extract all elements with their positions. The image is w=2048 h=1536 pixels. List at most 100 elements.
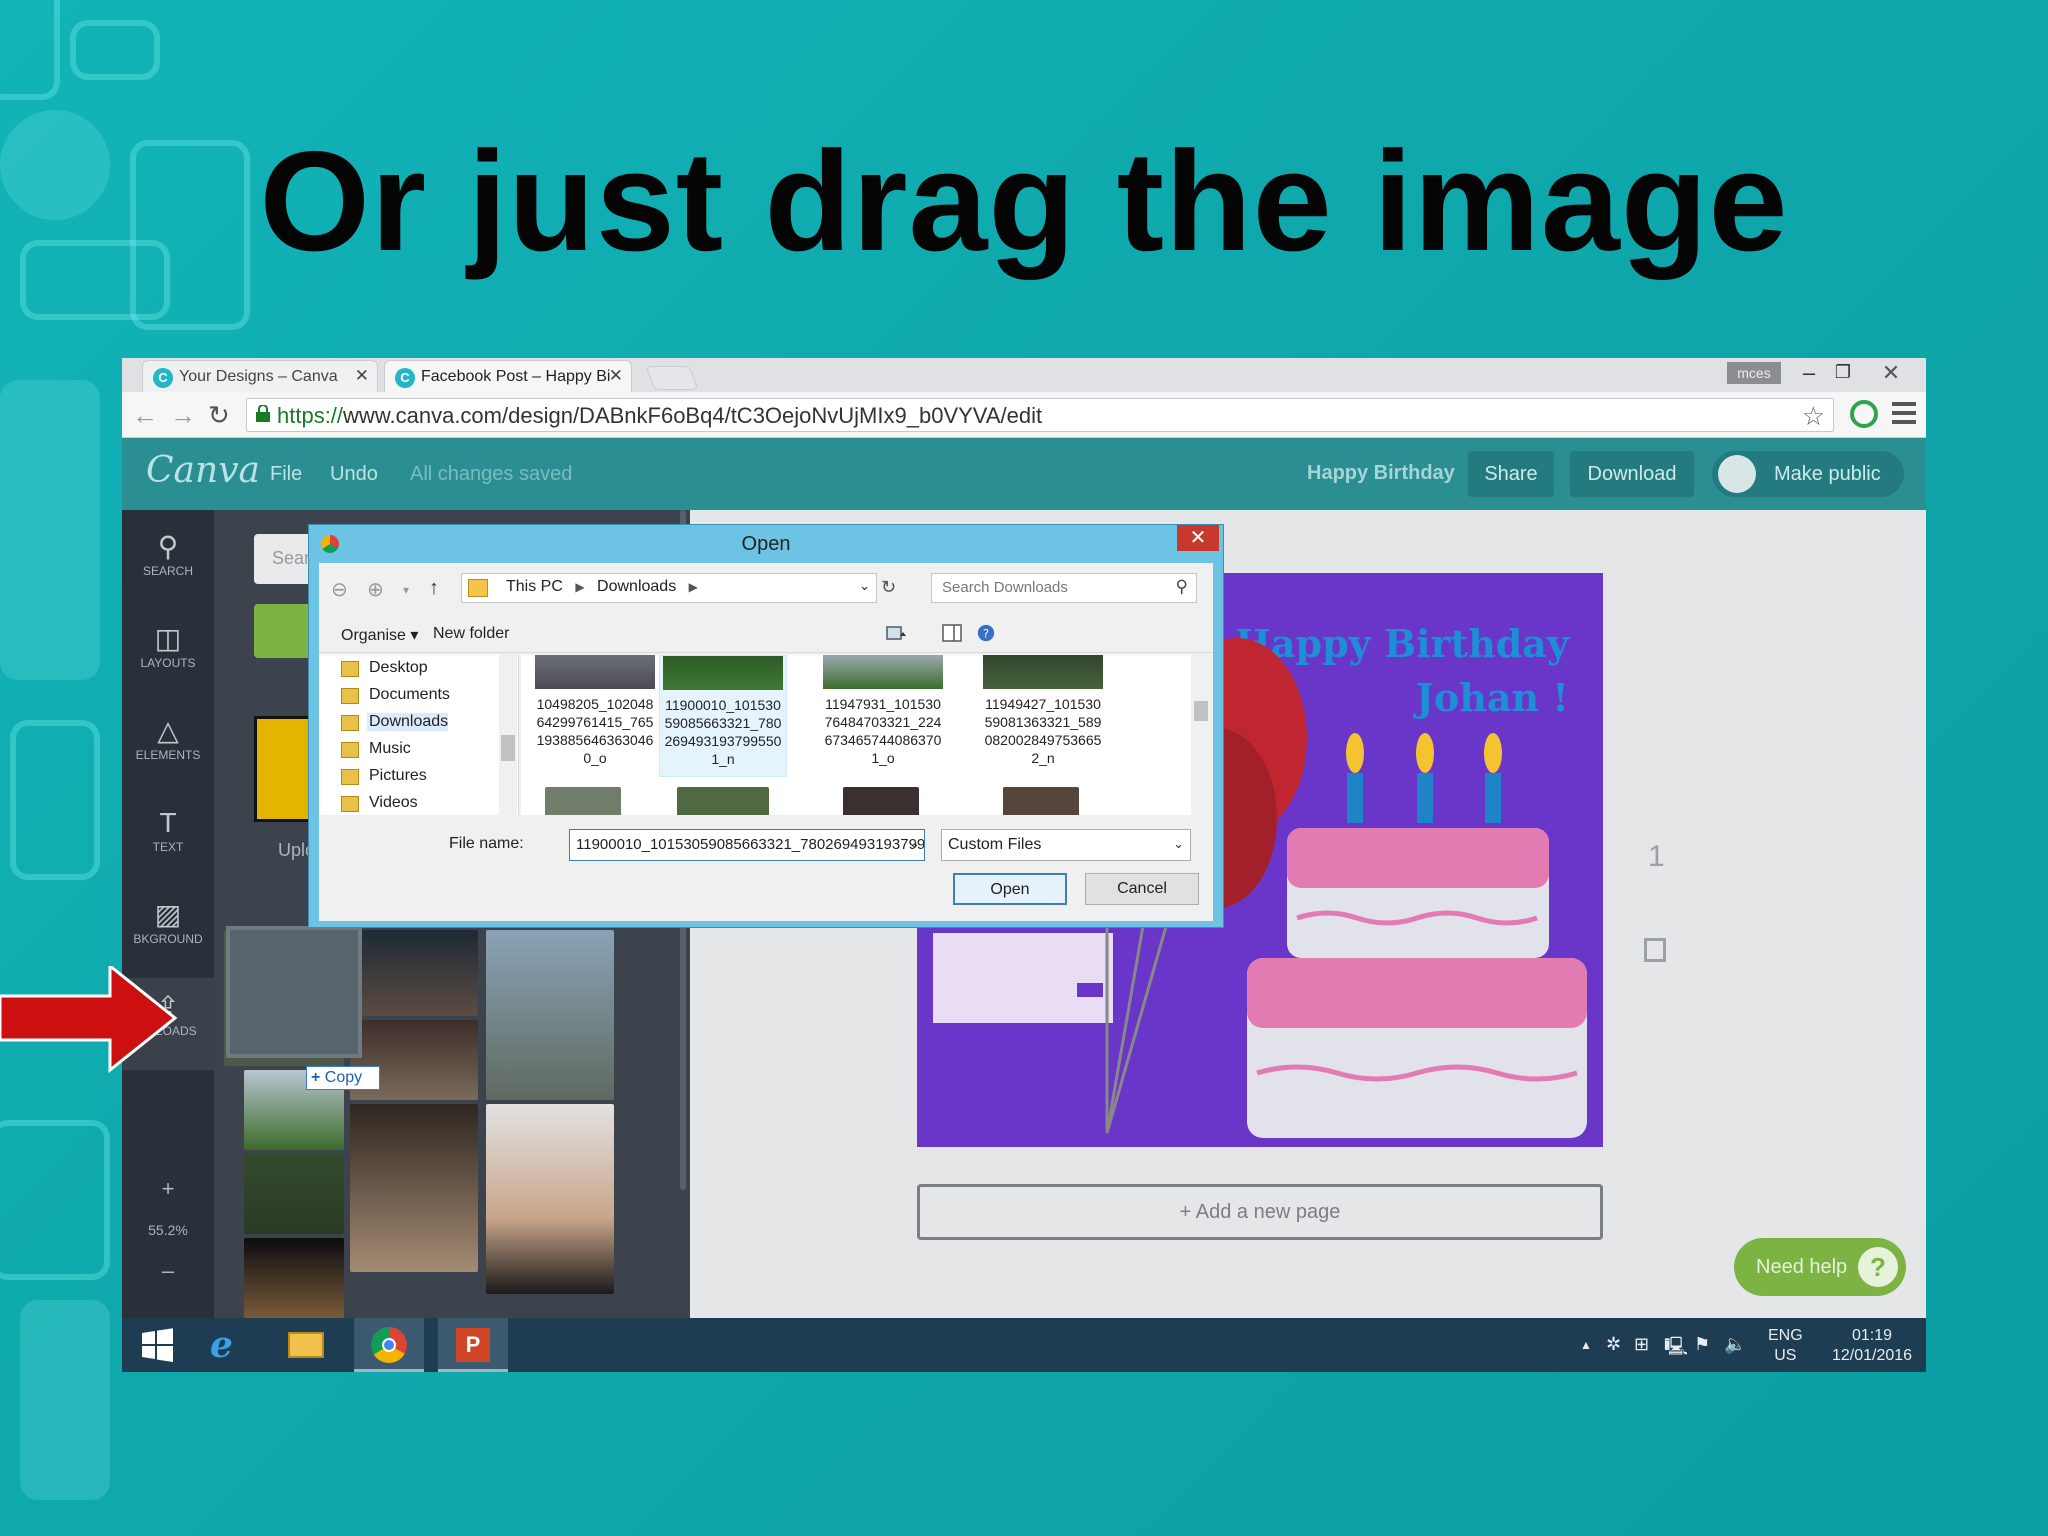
upload-thumbnail[interactable] [350, 1104, 478, 1272]
volume-icon[interactable]: 🔈 [1724, 1334, 1746, 1355]
network-sync-icon[interactable]: ✲ [1606, 1334, 1621, 1355]
file-thumbnail[interactable] [677, 787, 769, 815]
window-close-icon[interactable]: ✕ [1874, 360, 1908, 386]
save-status: All changes saved [410, 463, 573, 485]
need-help-label: Need help [1756, 1256, 1848, 1278]
up-folder-icon[interactable]: ↑ [429, 577, 439, 600]
action-center-flag-icon[interactable]: ⚑ [1694, 1334, 1710, 1355]
nav-item-videos[interactable]: Videos [341, 794, 418, 812]
nav-item-documents[interactable]: Documents [341, 686, 450, 704]
nav-item-desktop[interactable]: Desktop [341, 659, 428, 677]
upload-folder-icon[interactable] [254, 716, 316, 822]
file-name-line: 1_n [711, 751, 735, 767]
bookmark-star-icon[interactable]: ☆ [1802, 401, 1825, 432]
sidebar-item-text[interactable]: T TEXT [122, 806, 214, 876]
system-clock[interactable]: 01:19 12/01/2016 [1822, 1326, 1922, 1366]
back-icon[interactable]: ← [132, 400, 158, 431]
preview-pane-icon[interactable] [941, 623, 963, 643]
duplicate-page-icon[interactable] [1644, 938, 1666, 962]
chevron-down-icon[interactable]: ⌄ [909, 836, 920, 852]
file-name-line: 11949427_101530 [985, 696, 1101, 712]
breadcrumb-item[interactable]: This PC [506, 578, 563, 595]
upload-thumbnail[interactable] [486, 930, 614, 1100]
browser-menu-icon[interactable] [1892, 402, 1916, 429]
canva-logo[interactable]: Canva [146, 450, 260, 491]
undo-button[interactable]: Undo [330, 463, 378, 486]
copy-label: Copy [324, 1069, 363, 1086]
input-language[interactable]: ENG US [1768, 1326, 1803, 1366]
extension-icon[interactable] [1850, 400, 1878, 428]
chrome-icon[interactable] [354, 1318, 424, 1372]
dragged-image-preview[interactable] [226, 926, 362, 1058]
close-tab-icon[interactable]: ✕ [609, 366, 623, 386]
sidebar-item-elements[interactable]: △ ELEMENTS [122, 714, 214, 784]
breadcrumb[interactable]: This PC ▶ Downloads ▶ ⌄ [461, 573, 877, 603]
refresh-icon[interactable]: ↻ [881, 577, 896, 598]
nav-item-music[interactable]: Music [341, 740, 411, 758]
nav-scrollbar[interactable] [499, 655, 517, 815]
zoom-out-button[interactable]: – [122, 1258, 214, 1284]
dialog-close-button[interactable]: ✕ [1177, 525, 1219, 551]
design-name[interactable]: Happy Birthday [1307, 462, 1455, 485]
upload-thumbnail[interactable] [244, 1238, 344, 1318]
upload-thumbnail[interactable] [350, 930, 478, 1016]
breadcrumb-item[interactable]: Downloads [597, 578, 676, 595]
tab-your-designs[interactable]: C Your Designs – Canva ✕ [142, 360, 378, 392]
forward-icon[interactable]: → [170, 400, 196, 431]
tab-facebook-post[interactable]: C Facebook Post – Happy Bi ✕ [384, 360, 632, 392]
file-menu[interactable]: File [270, 463, 302, 486]
file-thumbnail[interactable] [1003, 787, 1079, 815]
sidebar-item-background[interactable]: ▨ BKGROUND [122, 898, 214, 968]
download-button[interactable]: Download [1570, 451, 1694, 497]
powerpoint-icon[interactable]: P [438, 1318, 508, 1372]
minimize-icon[interactable]: – [1792, 360, 1826, 386]
cancel-button[interactable]: Cancel [1085, 873, 1199, 905]
restore-icon[interactable]: ❐ [1826, 362, 1860, 383]
help-icon[interactable]: ? [975, 623, 997, 643]
sidebar-item-search[interactable]: ⚲ SEARCH [122, 530, 214, 600]
new-tab-button[interactable] [645, 366, 699, 390]
chevron-down-icon: ⌄ [1173, 836, 1184, 851]
file-item[interactable]: 11947931_101530 76484703321_224 67346574… [819, 655, 947, 767]
open-button[interactable]: Open [953, 873, 1067, 905]
scroll-thumb[interactable] [1194, 701, 1208, 721]
windows-start-icon[interactable] [122, 1318, 192, 1372]
organise-menu[interactable]: Organise ▾ [341, 625, 418, 645]
forward-icon[interactable]: ⊕ [367, 577, 384, 602]
file-item-selected[interactable]: 11900010_101530 59085663321_780 26949319… [659, 655, 787, 777]
internet-explorer-icon[interactable]: e [192, 1318, 262, 1372]
need-help-button[interactable]: Need help ? [1734, 1238, 1906, 1296]
close-tab-icon[interactable]: ✕ [355, 366, 369, 386]
file-item[interactable]: 11949427_101530 59081363321_589 08200284… [979, 655, 1107, 767]
recent-locations-icon[interactable]: ▾ [403, 583, 409, 597]
sidebar-item-layouts[interactable]: ◫ LAYOUTS [122, 622, 214, 692]
clock-date: 12/01/2016 [1831, 1347, 1913, 1364]
file-thumbnail[interactable] [545, 787, 621, 815]
upload-thumbnail[interactable] [244, 1154, 344, 1234]
search-downloads-input[interactable]: Search Downloads ⚲ [931, 573, 1197, 603]
share-button[interactable]: Share [1468, 451, 1554, 497]
file-thumbnail[interactable] [843, 787, 919, 815]
url-input[interactable]: https://www.canva.com/design/DABnkF6oBq4… [246, 398, 1834, 432]
new-folder-button[interactable]: New folder [433, 625, 509, 643]
chevron-down-icon[interactable]: ⌄ [859, 578, 870, 594]
add-page-button[interactable]: + Add a new page [917, 1184, 1603, 1240]
windows-tray-icon[interactable]: ⊞ [1634, 1334, 1649, 1355]
upload-thumbnail[interactable] [486, 1104, 614, 1294]
scroll-thumb[interactable] [501, 735, 515, 761]
network-icon[interactable]: 🖳 [1664, 1334, 1688, 1364]
reload-icon[interactable]: ↻ [208, 400, 230, 431]
file-type-select[interactable]: Custom Files ⌄ [941, 829, 1191, 861]
file-name-input[interactable]: 11900010_10153059085663321_7802694931937… [569, 829, 925, 861]
file-explorer-icon[interactable] [270, 1318, 340, 1372]
nav-item-downloads[interactable]: Downloads [341, 713, 449, 731]
back-icon[interactable]: ⊖ [331, 577, 348, 602]
zoom-in-button[interactable]: + [122, 1176, 214, 1202]
file-item[interactable]: 10498205_102048 64299761415_765 19388564… [531, 655, 659, 767]
show-hidden-icons[interactable]: ▲ [1580, 1338, 1592, 1352]
nav-item-pictures[interactable]: Pictures [341, 767, 427, 785]
user-badge[interactable]: mces [1727, 362, 1781, 384]
file-list-scrollbar[interactable] [1191, 655, 1211, 815]
change-view-icon[interactable] [885, 623, 907, 643]
make-public-toggle[interactable]: Make public [1712, 451, 1904, 497]
